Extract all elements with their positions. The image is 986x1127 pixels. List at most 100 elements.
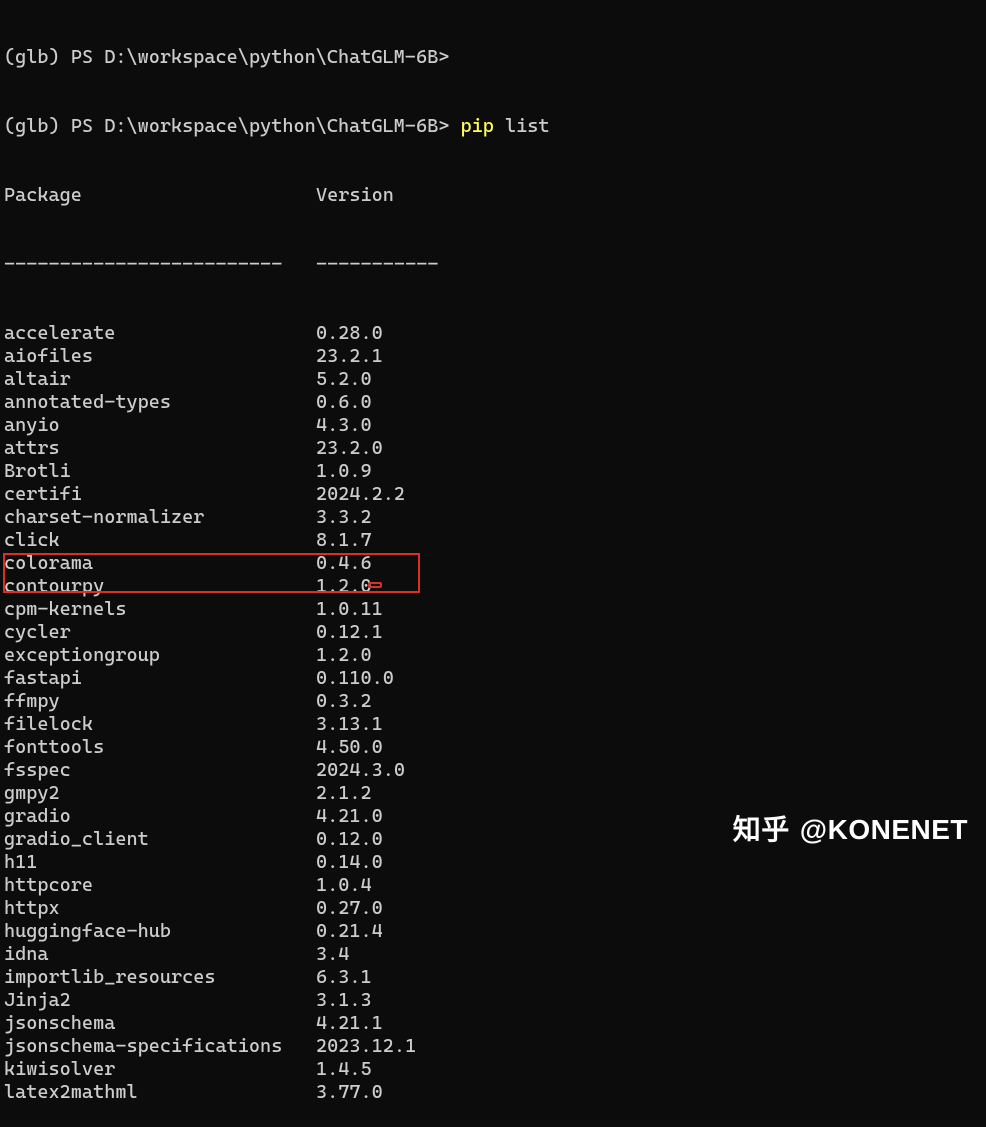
table-row: ffmpy0.3.2 bbox=[4, 690, 982, 713]
package-name: fsspec bbox=[4, 759, 316, 782]
table-row: httpx0.27.0 bbox=[4, 897, 982, 920]
table-row: idna3.4 bbox=[4, 943, 982, 966]
package-name: aiofiles bbox=[4, 345, 316, 368]
package-name: exceptiongroup bbox=[4, 644, 316, 667]
package-name: jsonschema bbox=[4, 1012, 316, 1035]
package-version: 2024.2.2 bbox=[316, 483, 405, 506]
table-row: Brotli1.0.9 bbox=[4, 460, 982, 483]
package-version: 0.4.6 bbox=[316, 552, 372, 575]
package-version: 4.21.1 bbox=[316, 1012, 383, 1035]
zhihu-logo: 知乎 bbox=[733, 818, 790, 841]
package-name: Jinja2 bbox=[4, 989, 316, 1012]
package-version: 1.2.0 bbox=[316, 575, 372, 598]
package-name: gradio bbox=[4, 805, 316, 828]
package-name: certifi bbox=[4, 483, 316, 506]
table-row: click8.1.7 bbox=[4, 529, 982, 552]
package-version: 1.2.0 bbox=[316, 644, 372, 667]
venv-indicator: (glb) bbox=[4, 46, 60, 68]
package-name: anyio bbox=[4, 414, 316, 437]
package-version: 1.0.9 bbox=[316, 460, 372, 483]
command-name: pip bbox=[460, 115, 493, 137]
package-name: click bbox=[4, 529, 316, 552]
table-row: fastapi0.110.0 bbox=[4, 667, 982, 690]
package-name: httpcore bbox=[4, 874, 316, 897]
package-name: kiwisolver bbox=[4, 1058, 316, 1081]
package-name: idna bbox=[4, 943, 316, 966]
header-version: Version bbox=[316, 184, 394, 207]
divider-package: ------------------------- bbox=[4, 253, 316, 276]
package-name: importlib_resources bbox=[4, 966, 316, 989]
package-version: 3.3.2 bbox=[316, 506, 372, 529]
table-row: exceptiongroup1.2.0 bbox=[4, 644, 982, 667]
table-row: jsonschema-specifications2023.12.1 bbox=[4, 1035, 982, 1058]
package-version: 3.77.0 bbox=[316, 1081, 383, 1104]
table-row: jsonschema4.21.1 bbox=[4, 1012, 982, 1035]
package-version: 2023.12.1 bbox=[316, 1035, 416, 1058]
table-row: annotated-types0.6.0 bbox=[4, 391, 982, 414]
watermark: 知乎 @KONENET bbox=[733, 818, 968, 841]
prompt-line-current: (glb) PS D:\workspace\python\ChatGLM-6B>… bbox=[4, 115, 982, 138]
package-version: 6.3.1 bbox=[316, 966, 372, 989]
package-name: accelerate bbox=[4, 322, 316, 345]
package-version: 0.3.2 bbox=[316, 690, 372, 713]
package-version: 0.14.0 bbox=[316, 851, 383, 874]
table-row: fonttools4.50.0 bbox=[4, 736, 982, 759]
package-version: 1.0.4 bbox=[316, 874, 372, 897]
divider-version: ----------- bbox=[316, 253, 438, 276]
table-row: latex2mathml3.77.0 bbox=[4, 1081, 982, 1104]
package-version: 0.12.1 bbox=[316, 621, 383, 644]
annotation-underline-mark bbox=[368, 582, 382, 588]
package-name: altair bbox=[4, 368, 316, 391]
package-name: attrs bbox=[4, 437, 316, 460]
prompt-line-prev: (glb) PS D:\workspace\python\ChatGLM-6B> bbox=[4, 46, 982, 69]
table-row: cpm-kernels1.0.11 bbox=[4, 598, 982, 621]
table-row: huggingface-hub0.21.4 bbox=[4, 920, 982, 943]
package-name: annotated-types bbox=[4, 391, 316, 414]
table-row: gmpy22.1.2 bbox=[4, 782, 982, 805]
package-name: httpx bbox=[4, 897, 316, 920]
venv-indicator: (glb) bbox=[4, 115, 60, 137]
table-row: aiofiles23.2.1 bbox=[4, 345, 982, 368]
package-name: filelock bbox=[4, 713, 316, 736]
package-list: accelerate0.28.0aiofiles23.2.1altair5.2.… bbox=[4, 322, 982, 1104]
package-name: contourpy bbox=[4, 575, 316, 598]
table-row: contourpy1.2.0 bbox=[4, 575, 982, 598]
package-name: charset-normalizer bbox=[4, 506, 316, 529]
package-version: 23.2.0 bbox=[316, 437, 383, 460]
table-row: attrs23.2.0 bbox=[4, 437, 982, 460]
package-version: 0.28.0 bbox=[316, 322, 383, 345]
package-name: gradio_client bbox=[4, 828, 316, 851]
table-row: importlib_resources6.3.1 bbox=[4, 966, 982, 989]
package-version: 1.4.5 bbox=[316, 1058, 372, 1081]
package-name: Brotli bbox=[4, 460, 316, 483]
package-version: 0.12.0 bbox=[316, 828, 383, 851]
package-version: 3.4 bbox=[316, 943, 349, 966]
table-row: altair5.2.0 bbox=[4, 368, 982, 391]
table-row: cycler0.12.1 bbox=[4, 621, 982, 644]
package-name: fonttools bbox=[4, 736, 316, 759]
package-version: 0.27.0 bbox=[316, 897, 383, 920]
table-row: fsspec2024.3.0 bbox=[4, 759, 982, 782]
terminal-output[interactable]: (glb) PS D:\workspace\python\ChatGLM-6B>… bbox=[0, 0, 986, 1127]
package-name: cpm-kernels bbox=[4, 598, 316, 621]
shell-indicator: PS bbox=[71, 46, 93, 68]
package-name: gmpy2 bbox=[4, 782, 316, 805]
package-name: h11 bbox=[4, 851, 316, 874]
cwd-path: D:\workspace\python\ChatGLM-6B> bbox=[104, 46, 449, 68]
package-name: cycler bbox=[4, 621, 316, 644]
package-name: latex2mathml bbox=[4, 1081, 316, 1104]
command-arg: list bbox=[505, 115, 550, 137]
package-version: 1.0.11 bbox=[316, 598, 383, 621]
package-version: 4.50.0 bbox=[316, 736, 383, 759]
package-version: 5.2.0 bbox=[316, 368, 372, 391]
table-row: httpcore1.0.4 bbox=[4, 874, 982, 897]
package-version: 3.1.3 bbox=[316, 989, 372, 1012]
package-version: 3.13.1 bbox=[316, 713, 383, 736]
table-header: PackageVersion bbox=[4, 184, 982, 207]
table-row: Jinja23.1.3 bbox=[4, 989, 982, 1012]
package-version: 0.21.4 bbox=[316, 920, 383, 943]
table-row: filelock3.13.1 bbox=[4, 713, 982, 736]
package-version: 4.21.0 bbox=[316, 805, 383, 828]
package-name: colorama bbox=[4, 552, 316, 575]
package-name: huggingface-hub bbox=[4, 920, 316, 943]
